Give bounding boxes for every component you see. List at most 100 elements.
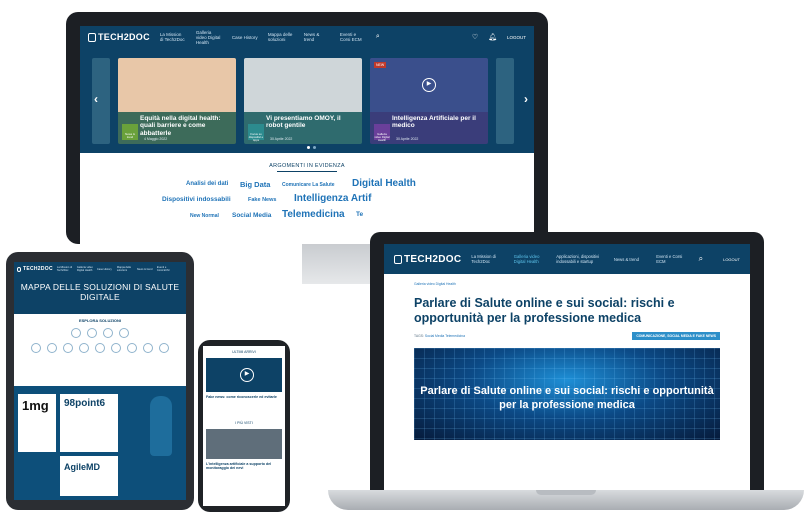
topic-tag[interactable]: Big Data (240, 180, 270, 189)
site-logo[interactable]: TECH2DOC (88, 32, 150, 42)
filter-icon[interactable] (71, 328, 81, 338)
nav-item-map[interactable]: Mappa delle soluzioni (268, 32, 294, 42)
category-icon[interactable] (31, 343, 41, 353)
tags-row: TAGS: Social Media Telemedicina (414, 334, 465, 338)
solution-card[interactable]: 98point6 (60, 394, 118, 452)
topic-tag[interactable]: Fake News (248, 197, 276, 203)
laptop-device: TECH2DOC La Mission di Tech2Doc Galleria… (370, 232, 764, 490)
tablet-device: TECH2DOC La Mission di Tech2Doc Galleria… (6, 252, 194, 510)
nav-item[interactable]: La Mission di Tech2Doc (57, 266, 73, 272)
nav-item[interactable]: Mappa delle soluzioni (117, 266, 133, 272)
laptop-base (328, 490, 804, 510)
topics-section: ARGOMENTI IN EVIDENZA Analisi dei dati B… (80, 153, 534, 244)
category-icon[interactable] (63, 343, 73, 353)
nav-item-video[interactable]: Galleria video Digital Health (514, 254, 546, 264)
bell-icon[interactable]: 🔔︎ (488, 33, 497, 41)
carousel-card[interactable]: ▶ NEW Intelligenza Artificiale per il me… (370, 57, 488, 144)
topic-tag[interactable]: Telemedicina (282, 209, 345, 220)
breadcrumb-link[interactable]: Galleria video Digital Health (414, 282, 456, 286)
topic-tag[interactable]: Dispositivi indossabili (162, 196, 231, 203)
section-title: ULTIMI ARRIVI (232, 350, 256, 354)
video-thumbnail[interactable]: ▶ (206, 358, 282, 392)
play-icon[interactable]: ▶ (240, 368, 254, 382)
article-title: Parlare di Salute online e sui social: r… (414, 296, 675, 325)
section-title: I PIÙ VISTI (235, 421, 253, 425)
nav-item-news[interactable]: News & trend (304, 32, 330, 42)
category-pill[interactable]: COMUNICAZIONE, SOCIAL MEDIA E FAKE NEWS (632, 332, 720, 340)
video-caption[interactable]: Fake news: come riconoscerle ed evitarle (203, 392, 285, 399)
topic-tag[interactable]: Analisi dei dati (186, 181, 228, 187)
tablet-hero: MAPPA DELLE SOLUZIONI DI SALUTE DIGITALE (14, 276, 186, 314)
explore-label: ESPLORA SOLUZIONI (78, 318, 122, 323)
logo-icon (394, 254, 402, 264)
nav-item[interactable]: Case History (97, 268, 113, 271)
search-icon[interactable]: ⌕ (376, 33, 380, 41)
topic-tag[interactable]: New Normal (190, 213, 219, 219)
laptop-nav: TECH2DOC La Mission di Tech2Doc Galleria… (384, 244, 750, 274)
nav-item[interactable]: Eventi e Corsi ECM (157, 266, 173, 272)
tag-links[interactable]: Social Media Telemedicina (425, 334, 465, 338)
category-icon[interactable] (143, 343, 153, 353)
card-photo (118, 57, 236, 112)
category-icon[interactable] (127, 343, 137, 353)
search-icon[interactable]: ⌕ (699, 254, 703, 264)
topic-tag[interactable]: Comunicare La Salute (282, 182, 335, 188)
filter-icon[interactable] (119, 328, 129, 338)
desktop-monitor: TECH2DOC La Mission di Tech2Doc Galleria… (66, 12, 548, 244)
nav-item-events[interactable]: Eventi e Corsi ECM (340, 32, 366, 42)
nav-item[interactable]: News & trend (137, 268, 153, 271)
carousel-dots[interactable] (307, 146, 316, 149)
nav-item-mission[interactable]: La Mission di Tech2Doc (471, 254, 503, 264)
filter-icon[interactable] (103, 328, 113, 338)
topic-tag[interactable]: Social Media (232, 212, 271, 219)
topic-tag[interactable]: Te (356, 211, 363, 218)
carousel-card[interactable]: Equità nella digital health: quali barri… (118, 57, 236, 144)
tablet-screen: TECH2DOC La Mission di Tech2Doc Galleria… (14, 262, 186, 500)
tablet-nav: TECH2DOC La Mission di Tech2Doc Galleria… (14, 262, 186, 276)
carousel-next-card[interactable] (496, 57, 514, 144)
article-image[interactable] (206, 429, 282, 459)
topic-tag[interactable]: Intelligenza Artif (294, 193, 371, 204)
breadcrumb: Galleria video Digital Health (414, 282, 720, 286)
chevron-right-icon[interactable]: › (524, 92, 528, 106)
hero-title: Parlare di Salute online e sui social: r… (420, 385, 714, 411)
heart-icon[interactable]: ♡ (472, 33, 478, 41)
chevron-left-icon[interactable]: ‹ (94, 92, 98, 106)
card-photo (244, 57, 362, 112)
card-date: 4 Maggio 2022 (144, 136, 168, 141)
nav-item-events[interactable]: Eventi e Corsi ECM (656, 254, 688, 264)
article-caption[interactable]: L'intelligenza artificiale a supporto de… (203, 459, 285, 473)
monitor-stand (302, 244, 372, 284)
card-date: 30 Aprile 2022 (270, 136, 293, 141)
card-category: News & trend (122, 123, 138, 140)
article-meta: TAGS: Social Media Telemedicina COMUNICA… (414, 332, 720, 340)
solution-card[interactable]: 1mg (18, 394, 56, 452)
category-icon[interactable] (47, 343, 57, 353)
explore-section: ESPLORA SOLUZIONI (14, 314, 186, 386)
card-date: 30 Aprile 2022 (396, 136, 419, 141)
site-logo[interactable]: TECH2DOC (394, 254, 461, 265)
play-icon[interactable]: ▶ (422, 77, 436, 92)
nav-item-news[interactable]: News & trend (614, 257, 646, 262)
category-icon[interactable] (79, 343, 89, 353)
nav-item-video[interactable]: Galleria video Digital Health (196, 30, 222, 45)
nav-item-apps[interactable]: Applicazioni, dispositivi indossabili e … (556, 254, 604, 264)
category-icon[interactable] (95, 343, 105, 353)
topic-tag[interactable]: Digital Health (352, 178, 416, 189)
topics-underline (277, 171, 337, 172)
nav-item-mission[interactable]: La Mission di Tech2Doc (160, 32, 186, 42)
solution-card[interactable]: AgileMD (60, 456, 118, 496)
carousel-card[interactable]: Vi presentiamo OMOY, il robot gentile Fo… (244, 57, 362, 144)
filter-row (14, 328, 186, 338)
page-title: MAPPA DELLE SOLUZIONI DI SALUTE DIGITALE (20, 282, 180, 302)
category-icon[interactable] (111, 343, 121, 353)
logout-link[interactable]: LOGOUT (723, 257, 740, 262)
nav-item-case[interactable]: Case History (232, 35, 258, 40)
site-logo[interactable]: TECH2DOC (17, 266, 53, 272)
filter-icon[interactable] (87, 328, 97, 338)
anatomy-figure (150, 396, 172, 456)
logout-link[interactable]: LOGOUT (507, 35, 526, 40)
article-hero-image: Parlare di Salute online e sui social: r… (414, 348, 720, 440)
nav-item[interactable]: Galleria video Digital Health (77, 266, 93, 272)
category-icon[interactable] (159, 343, 169, 353)
